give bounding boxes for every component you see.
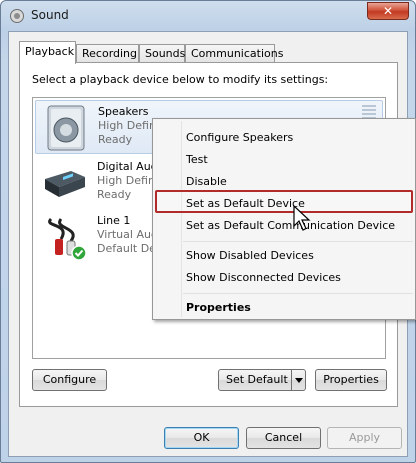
window-title: Sound [31, 8, 69, 22]
menu-item-configure-speakers[interactable]: Configure Speakers [186, 131, 293, 144]
rca-cable-icon [48, 217, 87, 261]
sound-app-icon [10, 9, 24, 23]
title-bar[interactable]: Sound ✕ [1, 1, 415, 31]
device-status: Ready [97, 188, 132, 201]
close-button[interactable]: ✕ [367, 2, 409, 20]
device-status: Ready [98, 133, 133, 146]
mouse-pointer-icon [293, 205, 311, 231]
context-menu: Configure Speakers Test Disable Set as D… [152, 118, 416, 320]
set-default-button[interactable]: Set Default [218, 369, 306, 391]
properties-button[interactable]: Properties [315, 369, 387, 391]
speaker-icon [47, 105, 85, 151]
menu-item-disable[interactable]: Disable [186, 175, 227, 188]
configure-button[interactable]: Configure [32, 369, 107, 391]
menu-separator [183, 241, 413, 242]
menu-item-show-disabled-devices[interactable]: Show Disabled Devices [186, 249, 314, 262]
menu-item-set-default-communication-device[interactable]: Set as Default Communication Device [186, 219, 395, 232]
set-default-label: Set Default [226, 373, 288, 386]
tab-playback[interactable]: Playback [19, 41, 76, 64]
apply-button[interactable]: Apply [327, 427, 402, 449]
tab-sounds[interactable]: Sounds [139, 44, 185, 63]
device-name: Line 1 [97, 214, 131, 227]
device-name: Speakers [98, 105, 149, 118]
tab-recording[interactable]: Recording [76, 44, 139, 63]
menu-separator [183, 293, 413, 294]
digital-audio-icon [45, 171, 85, 197]
menu-item-show-disconnected-devices[interactable]: Show Disconnected Devices [186, 271, 341, 284]
menu-gutter [181, 121, 182, 317]
instruction-text: Select a playback device below to modify… [32, 73, 329, 86]
menu-item-set-default-device[interactable]: Set as Default Device [186, 197, 305, 210]
cancel-button[interactable]: Cancel [246, 427, 321, 449]
tab-communications[interactable]: Communications [185, 44, 283, 63]
menu-item-test[interactable]: Test [186, 153, 208, 166]
set-default-dropdown-arrow[interactable] [291, 370, 305, 390]
sound-window: Sound ✕ Playback Recording Sounds Commun… [0, 0, 416, 463]
menu-item-properties[interactable]: Properties [186, 301, 251, 314]
ok-button[interactable]: OK [164, 427, 239, 449]
